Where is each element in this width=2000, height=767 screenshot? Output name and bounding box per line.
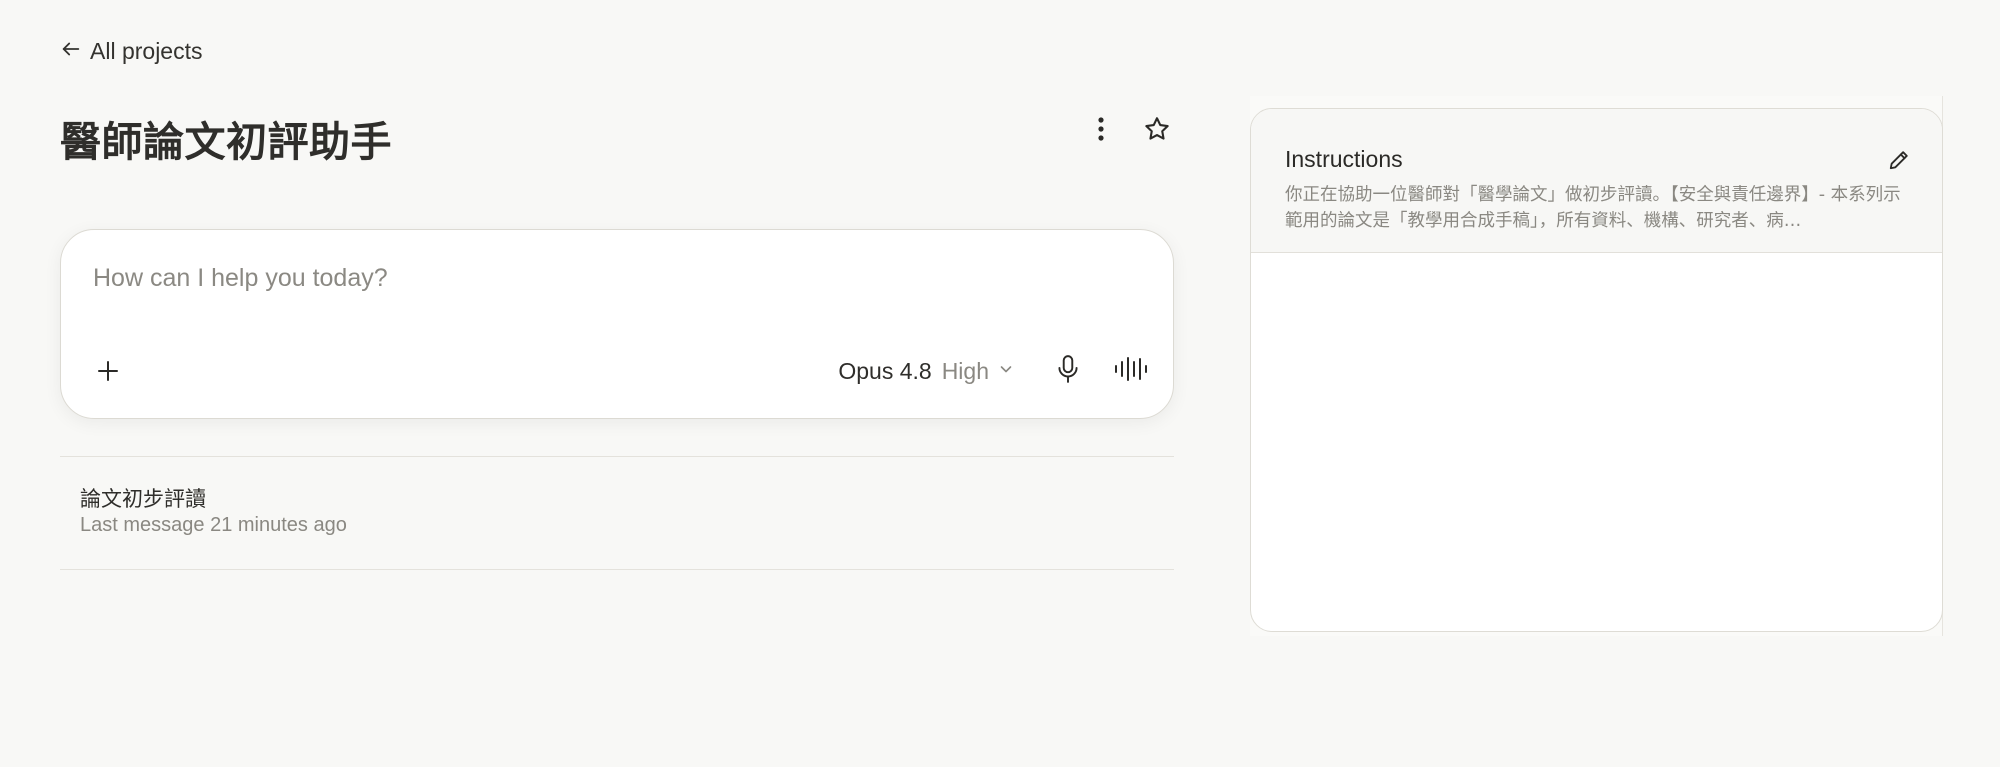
edit-instructions-button[interactable] xyxy=(1882,145,1916,179)
arrow-left-icon xyxy=(60,38,82,65)
chevron-down-icon xyxy=(999,362,1013,381)
back-link-label: All projects xyxy=(90,38,203,64)
instructions-preview: 你正在協助一位醫師對「醫學論文」做初步評讀。【安全與責任邊界】- 本系列示範用的… xyxy=(1285,185,1901,231)
star-project-button[interactable] xyxy=(1140,114,1174,148)
more-vertical-icon xyxy=(1097,116,1105,147)
chat-last-message-time: Last message 21 minutes ago xyxy=(80,514,347,536)
instructions-header[interactable]: Instructions 你正在協助一位醫師對「醫學論文」做初步評讀。【安全與責… xyxy=(1251,109,1942,253)
project-main: 醫師論文初評助手 How can I help you today? Opus … xyxy=(60,100,1174,570)
add-attachment-button[interactable] xyxy=(91,356,125,390)
voice-waveform-icon xyxy=(1113,355,1147,388)
back-to-projects-link[interactable]: All projects xyxy=(60,38,202,65)
voice-mode-button[interactable] xyxy=(1113,354,1147,388)
chat-list-bottom-divider xyxy=(60,569,1174,570)
dictation-button[interactable] xyxy=(1051,354,1085,388)
title-actions xyxy=(1084,114,1174,148)
pencil-icon xyxy=(1888,149,1910,176)
microphone-icon xyxy=(1055,354,1081,389)
more-options-button[interactable] xyxy=(1084,114,1118,148)
plus-icon xyxy=(96,359,120,388)
model-name: Opus 4.8 xyxy=(838,357,932,384)
message-input[interactable] xyxy=(93,264,1133,293)
effort-level: High xyxy=(941,357,989,384)
star-icon xyxy=(1143,115,1171,148)
title-row: 醫師論文初評助手 xyxy=(60,100,1174,180)
instructions-panel: Instructions 你正在協助一位醫師對「醫學論文」做初步評讀。【安全與責… xyxy=(1250,108,1943,632)
chat-composer: Opus 4.8 High xyxy=(60,229,1174,419)
chat-title: 論文初步評讀 xyxy=(80,487,206,511)
chat-list-item[interactable]: 論文初步評讀 Last message 21 minutes ago xyxy=(60,457,1174,569)
page-title: 醫師論文初評助手 xyxy=(60,118,392,166)
model-selector[interactable]: Opus 4.8 High xyxy=(838,358,1013,385)
instructions-title: Instructions xyxy=(1285,146,1403,172)
composer-controls: Opus 4.8 High xyxy=(838,354,1147,388)
